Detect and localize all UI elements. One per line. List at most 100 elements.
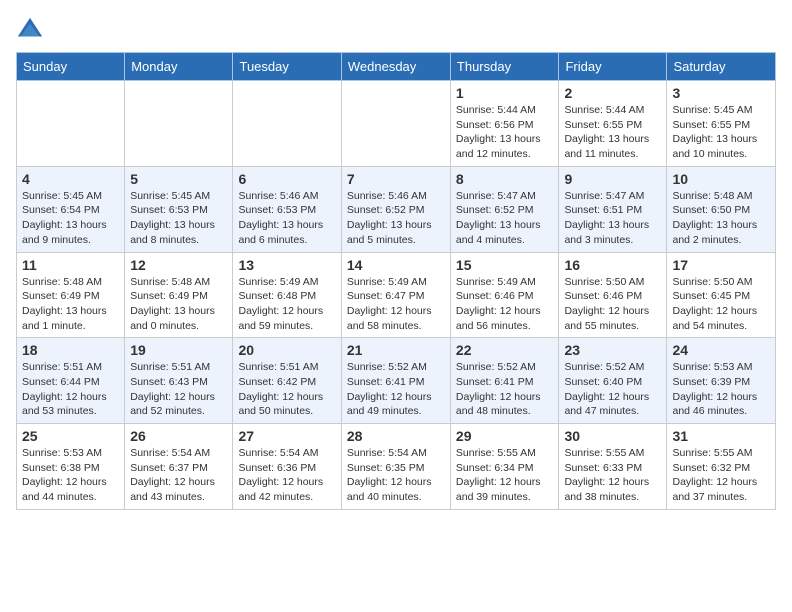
day-info: Sunrise: 5:49 AM Sunset: 6:46 PM Dayligh… [456, 275, 554, 334]
day-number: 10 [672, 171, 770, 187]
day-number: 16 [564, 257, 661, 273]
calendar-cell: 24 Sunrise: 5:53 AM Sunset: 6:39 PM Dayli… [667, 338, 776, 424]
day-info: Sunrise: 5:46 AM Sunset: 6:52 PM Dayligh… [347, 189, 445, 248]
day-number: 26 [130, 428, 227, 444]
calendar-cell [233, 81, 341, 167]
day-info: Sunrise: 5:51 AM Sunset: 6:44 PM Dayligh… [22, 360, 119, 419]
day-number: 4 [22, 171, 119, 187]
calendar-cell: 18 Sunrise: 5:51 AM Sunset: 6:44 PM Dayli… [17, 338, 125, 424]
day-number: 21 [347, 342, 445, 358]
day-number: 6 [238, 171, 335, 187]
day-number: 13 [238, 257, 335, 273]
weekday-header-friday: Friday [559, 53, 667, 81]
calendar-cell: 30 Sunrise: 5:55 AM Sunset: 6:33 PM Dayli… [559, 424, 667, 510]
day-number: 30 [564, 428, 661, 444]
calendar-cell [341, 81, 450, 167]
day-info: Sunrise: 5:51 AM Sunset: 6:42 PM Dayligh… [238, 360, 335, 419]
weekday-header-monday: Monday [125, 53, 233, 81]
calendar-cell: 14 Sunrise: 5:49 AM Sunset: 6:47 PM Dayli… [341, 252, 450, 338]
day-number: 23 [564, 342, 661, 358]
calendar-cell: 2 Sunrise: 5:44 AM Sunset: 6:55 PM Daylig… [559, 81, 667, 167]
weekday-header-thursday: Thursday [450, 53, 559, 81]
weekday-header-row: SundayMondayTuesdayWednesdayThursdayFrid… [17, 53, 776, 81]
weekday-header-sunday: Sunday [17, 53, 125, 81]
calendar-cell: 15 Sunrise: 5:49 AM Sunset: 6:46 PM Dayli… [450, 252, 559, 338]
day-info: Sunrise: 5:53 AM Sunset: 6:39 PM Dayligh… [672, 360, 770, 419]
day-info: Sunrise: 5:49 AM Sunset: 6:48 PM Dayligh… [238, 275, 335, 334]
calendar-cell: 29Sunrise: 5:55 AM Sunset: 6:34 PM Dayli… [450, 424, 559, 510]
day-number: 25 [22, 428, 119, 444]
calendar-cell: 20 Sunrise: 5:51 AM Sunset: 6:42 PM Dayli… [233, 338, 341, 424]
day-info: Sunrise: 5:47 AM Sunset: 6:52 PM Dayligh… [456, 189, 554, 248]
day-info: Sunrise: 5:45 AM Sunset: 6:55 PM Dayligh… [672, 103, 770, 162]
calendar-cell: 26 Sunrise: 5:54 AM Sunset: 6:37 PM Dayli… [125, 424, 233, 510]
calendar-week-row: 11 Sunrise: 5:48 AM Sunset: 6:49 PM Dayli… [17, 252, 776, 338]
day-info: Sunrise: 5:51 AM Sunset: 6:43 PM Dayligh… [130, 360, 227, 419]
day-info: Sunrise: 5:55 AM Sunset: 6:32 PM Dayligh… [672, 446, 770, 505]
day-number: 14 [347, 257, 445, 273]
day-info: Sunrise: 5:48 AM Sunset: 6:49 PM Dayligh… [22, 275, 119, 334]
calendar-cell: 4 Sunrise: 5:45 AM Sunset: 6:54 PM Daylig… [17, 166, 125, 252]
day-info: Sunrise: 5:44 AM Sunset: 6:56 PM Dayligh… [456, 103, 554, 162]
day-info: Sunrise: 5:45 AM Sunset: 6:54 PM Dayligh… [22, 189, 119, 248]
calendar-table: SundayMondayTuesdayWednesdayThursdayFrid… [16, 52, 776, 510]
day-info: Sunrise: 5:44 AM Sunset: 6:55 PM Dayligh… [564, 103, 661, 162]
calendar-cell [17, 81, 125, 167]
calendar-cell: 28 Sunrise: 5:54 AM Sunset: 6:35 PM Dayli… [341, 424, 450, 510]
calendar-week-row: 4 Sunrise: 5:45 AM Sunset: 6:54 PM Daylig… [17, 166, 776, 252]
day-number: 18 [22, 342, 119, 358]
calendar-cell: 31 Sunrise: 5:55 AM Sunset: 6:32 PM Dayli… [667, 424, 776, 510]
day-info: Sunrise: 5:54 AM Sunset: 6:37 PM Dayligh… [130, 446, 227, 505]
day-info: Sunrise: 5:48 AM Sunset: 6:49 PM Dayligh… [130, 275, 227, 334]
calendar-cell: 19 Sunrise: 5:51 AM Sunset: 6:43 PM Dayli… [125, 338, 233, 424]
day-info: Sunrise: 5:52 AM Sunset: 6:41 PM Dayligh… [456, 360, 554, 419]
calendar-cell: 9 Sunrise: 5:47 AM Sunset: 6:51 PM Daylig… [559, 166, 667, 252]
day-number: 5 [130, 171, 227, 187]
calendar-cell: 16 Sunrise: 5:50 AM Sunset: 6:46 PM Dayli… [559, 252, 667, 338]
day-info: Sunrise: 5:54 AM Sunset: 6:35 PM Dayligh… [347, 446, 445, 505]
day-info: Sunrise: 5:53 AM Sunset: 6:38 PM Dayligh… [22, 446, 119, 505]
day-number: 3 [672, 85, 770, 101]
calendar-cell [125, 81, 233, 167]
day-number: 22 [456, 342, 554, 358]
day-number: 1 [456, 85, 554, 101]
day-number: 7 [347, 171, 445, 187]
day-info: Sunrise: 5:49 AM Sunset: 6:47 PM Dayligh… [347, 275, 445, 334]
calendar-week-row: 18 Sunrise: 5:51 AM Sunset: 6:44 PM Dayli… [17, 338, 776, 424]
day-info: Sunrise: 5:48 AM Sunset: 6:50 PM Dayligh… [672, 189, 770, 248]
day-number: 24 [672, 342, 770, 358]
day-number: 19 [130, 342, 227, 358]
calendar-cell: 22 Sunrise: 5:52 AM Sunset: 6:41 PM Dayli… [450, 338, 559, 424]
day-number: 2 [564, 85, 661, 101]
day-info: Sunrise: 5:55 AM Sunset: 6:33 PM Dayligh… [564, 446, 661, 505]
calendar-cell: 21Sunrise: 5:52 AM Sunset: 6:41 PM Dayli… [341, 338, 450, 424]
weekday-header-tuesday: Tuesday [233, 53, 341, 81]
calendar-cell: 6 Sunrise: 5:46 AM Sunset: 6:53 PM Daylig… [233, 166, 341, 252]
calendar-cell: 12 Sunrise: 5:48 AM Sunset: 6:49 PM Dayli… [125, 252, 233, 338]
day-number: 31 [672, 428, 770, 444]
calendar-cell: 1 Sunrise: 5:44 AM Sunset: 6:56 PM Daylig… [450, 81, 559, 167]
day-info: Sunrise: 5:47 AM Sunset: 6:51 PM Dayligh… [564, 189, 661, 248]
day-number: 17 [672, 257, 770, 273]
calendar-cell: 3 Sunrise: 5:45 AM Sunset: 6:55 PM Daylig… [667, 81, 776, 167]
calendar-cell: 25 Sunrise: 5:53 AM Sunset: 6:38 PM Dayli… [17, 424, 125, 510]
day-info: Sunrise: 5:50 AM Sunset: 6:46 PM Dayligh… [564, 275, 661, 334]
day-number: 29 [456, 428, 554, 444]
day-number: 12 [130, 257, 227, 273]
day-number: 28 [347, 428, 445, 444]
day-number: 9 [564, 171, 661, 187]
day-info: Sunrise: 5:45 AM Sunset: 6:53 PM Dayligh… [130, 189, 227, 248]
weekday-header-wednesday: Wednesday [341, 53, 450, 81]
day-number: 15 [456, 257, 554, 273]
calendar-cell: 10 Sunrise: 5:48 AM Sunset: 6:50 PM Dayli… [667, 166, 776, 252]
calendar-cell: 13 Sunrise: 5:49 AM Sunset: 6:48 PM Dayli… [233, 252, 341, 338]
day-number: 8 [456, 171, 554, 187]
logo [16, 16, 48, 44]
calendar-cell: 11 Sunrise: 5:48 AM Sunset: 6:49 PM Dayli… [17, 252, 125, 338]
day-info: Sunrise: 5:46 AM Sunset: 6:53 PM Dayligh… [238, 189, 335, 248]
calendar-cell: 7 Sunrise: 5:46 AM Sunset: 6:52 PM Daylig… [341, 166, 450, 252]
day-number: 20 [238, 342, 335, 358]
day-number: 11 [22, 257, 119, 273]
calendar-cell: 17Sunrise: 5:50 AM Sunset: 6:45 PM Dayli… [667, 252, 776, 338]
calendar-cell: 23Sunrise: 5:52 AM Sunset: 6:40 PM Dayli… [559, 338, 667, 424]
